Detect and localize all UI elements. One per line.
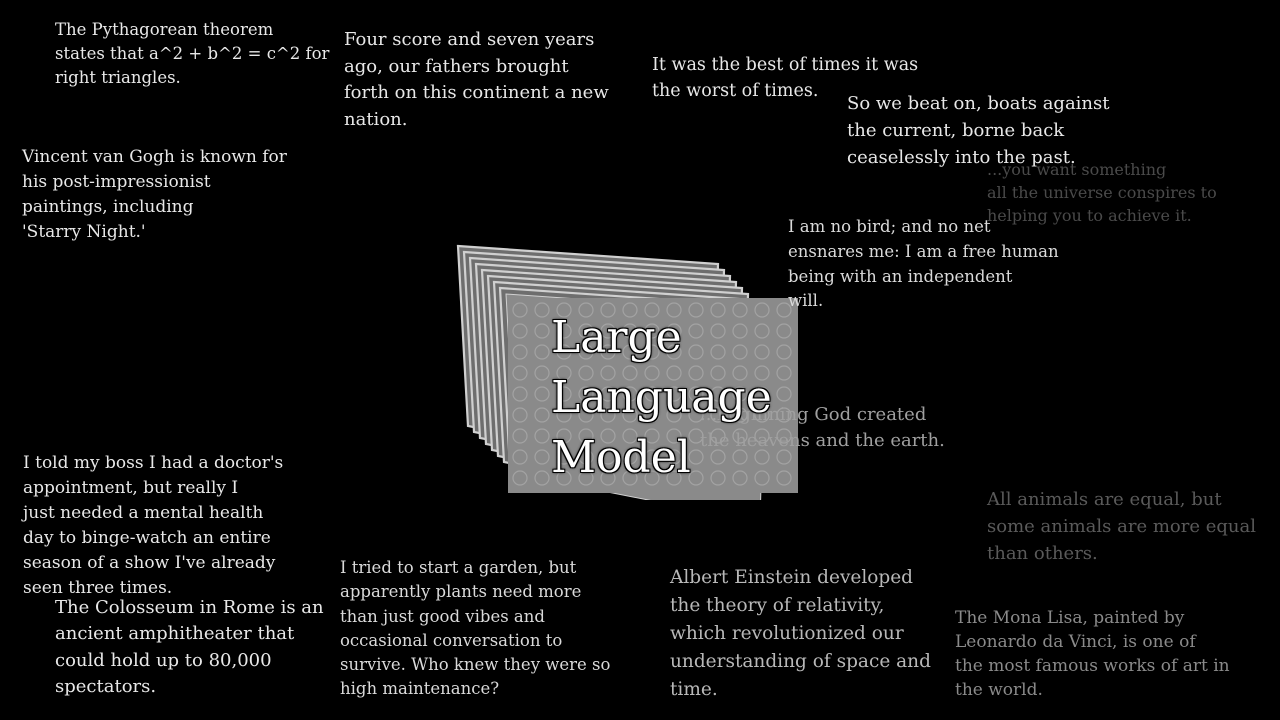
- quote-boss: I told my boss I had a doctor's appointm…: [23, 453, 284, 598]
- quote-einstein: Albert Einstein developed the theory of …: [670, 567, 931, 701]
- quote-monalisa: The Mona Lisa, painted by Leonardo da Vi…: [955, 608, 1230, 701]
- quote-lincoln: Four score and seven years ago, our fath…: [344, 29, 609, 130]
- quote-animals: All animals are equal, but some animals …: [987, 489, 1256, 564]
- quote-vangogh: Vincent van Gogh is known for his post-i…: [22, 147, 287, 242]
- model-title: Large Language Model: [551, 312, 772, 483]
- quote-pythagorean: The Pythagorean theorem states that a^2 …: [55, 20, 330, 87]
- quote-bronte: I am no bird; and no net ensnares me: I …: [788, 217, 1059, 311]
- quote-colosseum: The Colosseum in Rome is an ancient amph…: [55, 597, 324, 698]
- quote-garden: I tried to start a garden, but apparentl…: [340, 558, 611, 699]
